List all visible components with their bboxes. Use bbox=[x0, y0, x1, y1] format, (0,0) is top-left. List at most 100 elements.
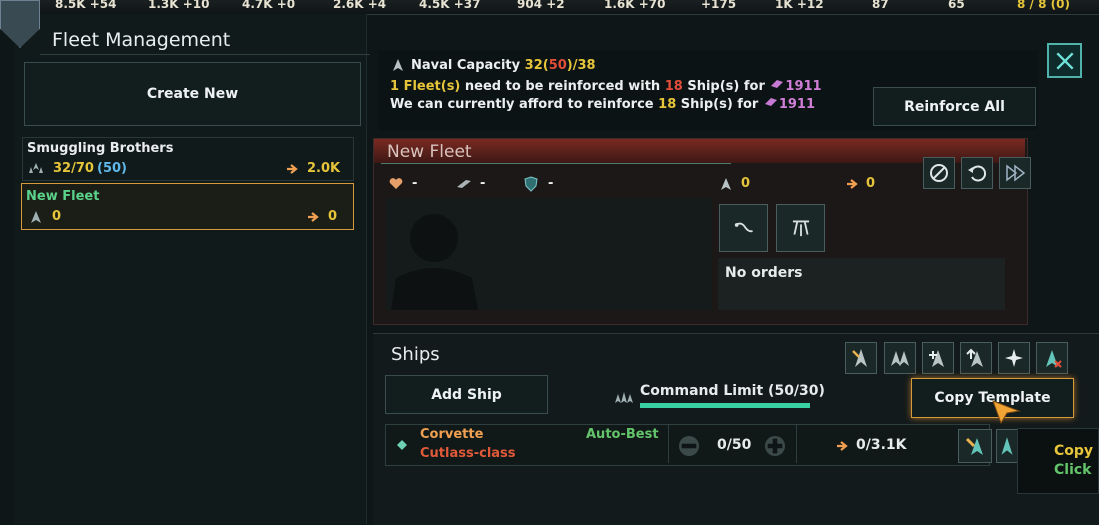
resource-food: 4.7K +0 bbox=[242, 0, 296, 11]
ship-row-extra-button[interactable] bbox=[996, 429, 1018, 463]
resource-unity: 1.6K +70 bbox=[604, 0, 666, 11]
fast-forward-icon bbox=[1004, 162, 1026, 184]
reinforce-needed-line: 1 Fleet(s) need to be reinforced with 18… bbox=[390, 78, 822, 94]
merge-icon bbox=[889, 347, 911, 369]
tooltip-hint: Click bbox=[1054, 462, 1092, 478]
fleet-name: New Fleet bbox=[26, 189, 100, 204]
tooltip: Copy Click bbox=[1017, 428, 1099, 494]
move-button[interactable] bbox=[999, 157, 1031, 189]
ship-count-icon bbox=[719, 176, 733, 192]
naval-capacity-icon bbox=[390, 57, 406, 73]
resource-research: +175 bbox=[701, 0, 737, 11]
fleet-strength-value: 0 bbox=[52, 209, 62, 224]
merge-ships-button[interactable] bbox=[884, 342, 916, 374]
power-icon bbox=[836, 439, 850, 453]
ship-power: 0/3.1K bbox=[856, 437, 907, 453]
ship-design-mode[interactable]: Auto-Best bbox=[586, 427, 659, 442]
orders-text: No orders bbox=[725, 265, 803, 281]
resource-energy: 8.5K +54 bbox=[55, 0, 117, 11]
cursor-icon bbox=[992, 400, 1022, 424]
resource-consumer-goods: 2.6K +4 bbox=[333, 0, 387, 11]
return-button[interactable] bbox=[961, 157, 993, 189]
arrow-up-icon bbox=[965, 347, 987, 369]
afford-cost: 1911 bbox=[778, 97, 816, 112]
reinforce-text: need to be reinforced with bbox=[464, 79, 661, 94]
upgrade-ships-button[interactable] bbox=[845, 342, 877, 374]
fleet-list-item-selected[interactable]: New Fleet 0 0 bbox=[21, 183, 354, 230]
fleet-list-item[interactable]: Smuggling Brothers 32/70 (50) 2.0K bbox=[22, 137, 354, 181]
fleet-power: 0 bbox=[866, 176, 876, 191]
shield-value: - bbox=[548, 176, 554, 191]
edit-design-button[interactable] bbox=[958, 429, 992, 463]
armor-value: - bbox=[480, 176, 486, 191]
admiral-button[interactable] bbox=[719, 204, 768, 252]
ships-title: Ships bbox=[391, 344, 440, 365]
sparkle-icon bbox=[1003, 347, 1025, 369]
repair-ships-button[interactable] bbox=[922, 342, 954, 374]
upgrade-fleet-button[interactable] bbox=[960, 342, 992, 374]
naval-capacity-max: )/38 bbox=[566, 58, 596, 73]
resource-influence: 904 +2 bbox=[517, 0, 565, 11]
close-button[interactable] bbox=[1047, 43, 1082, 78]
reinforce-text-suffix: Ship(s) for bbox=[687, 79, 765, 94]
return-icon bbox=[966, 162, 988, 184]
fleet-ship-count: 0 bbox=[741, 176, 751, 191]
hull-icon bbox=[388, 176, 404, 192]
fleet-name: Smuggling Brothers bbox=[27, 141, 174, 156]
disband-button[interactable] bbox=[923, 157, 955, 189]
repair-icon bbox=[927, 347, 949, 369]
ship-design-name: Cutlass-class bbox=[420, 446, 516, 461]
ship-icon bbox=[28, 209, 44, 225]
hull-value: - bbox=[412, 176, 418, 191]
create-new-button[interactable]: Create New bbox=[24, 62, 361, 126]
reinforce-cost: 1911 bbox=[785, 79, 822, 94]
design-icon bbox=[964, 435, 986, 457]
row-divider bbox=[796, 425, 797, 463]
disband-ships-button[interactable] bbox=[1036, 342, 1068, 374]
reinforce-ship-count: 18 bbox=[664, 79, 683, 94]
naval-capacity-used: 32 bbox=[524, 58, 543, 73]
ship-icon bbox=[996, 435, 1018, 457]
close-icon bbox=[1054, 50, 1076, 72]
power-icon bbox=[286, 161, 300, 177]
create-new-label: Create New bbox=[146, 86, 239, 102]
power-icon bbox=[846, 177, 860, 191]
minus-icon bbox=[678, 435, 700, 457]
resource-bar: 8.5K +54 1.3K +10 4.7K +0 2.6K +4 4.5K +… bbox=[0, 0, 1099, 15]
resource-envoys: 8 / 8 (0) bbox=[1017, 0, 1070, 11]
fleet-strength-value: 32/70 bbox=[53, 161, 94, 176]
resource-minerals: 1.3K +10 bbox=[148, 0, 210, 11]
afford-text: We can currently afford to reinforce bbox=[390, 97, 654, 112]
split-fleet-button[interactable] bbox=[998, 342, 1030, 374]
fleet-name-underline bbox=[381, 163, 731, 164]
row-divider bbox=[668, 425, 669, 463]
decrease-ship-button[interactable] bbox=[679, 436, 699, 456]
add-ship-button[interactable]: Add Ship bbox=[385, 375, 548, 414]
fleet-stance-button[interactable] bbox=[776, 204, 825, 252]
diamond-icon bbox=[396, 439, 408, 451]
shield-icon bbox=[523, 175, 539, 193]
reinforce-all-label: Reinforce All bbox=[904, 98, 1005, 115]
add-ship-label: Add Ship bbox=[431, 386, 502, 403]
afford-ship-count: 18 bbox=[658, 97, 677, 112]
commander-portrait[interactable] bbox=[386, 198, 712, 310]
fleet-power-value: 2.0K bbox=[307, 161, 341, 176]
fleet-name-title[interactable]: New Fleet bbox=[387, 142, 472, 162]
fleet-power-value: 0 bbox=[328, 209, 338, 224]
resource-stability: 87 bbox=[872, 0, 889, 11]
reinforce-all-button[interactable]: Reinforce All bbox=[873, 87, 1036, 126]
naval-capacity-label: Naval Capacity bbox=[411, 58, 521, 73]
panel-title: Fleet Management bbox=[52, 29, 231, 51]
plus-icon bbox=[764, 435, 786, 457]
title-divider bbox=[40, 54, 370, 55]
command-limit-text: Command Limit (50/30) bbox=[640, 383, 825, 399]
alloys-icon bbox=[763, 96, 779, 108]
naval-capacity-queued: 50 bbox=[548, 58, 567, 73]
increase-ship-button[interactable] bbox=[765, 436, 785, 456]
tooltip-title: Copy bbox=[1054, 443, 1094, 459]
alloys-icon bbox=[769, 78, 785, 90]
resource-alloys: 4.5K +37 bbox=[419, 0, 481, 11]
armor-icon bbox=[455, 176, 473, 192]
afford-text-suffix: Ship(s) for bbox=[680, 97, 759, 112]
reinforce-afford-line: We can currently afford to reinforce 18 … bbox=[390, 96, 815, 112]
